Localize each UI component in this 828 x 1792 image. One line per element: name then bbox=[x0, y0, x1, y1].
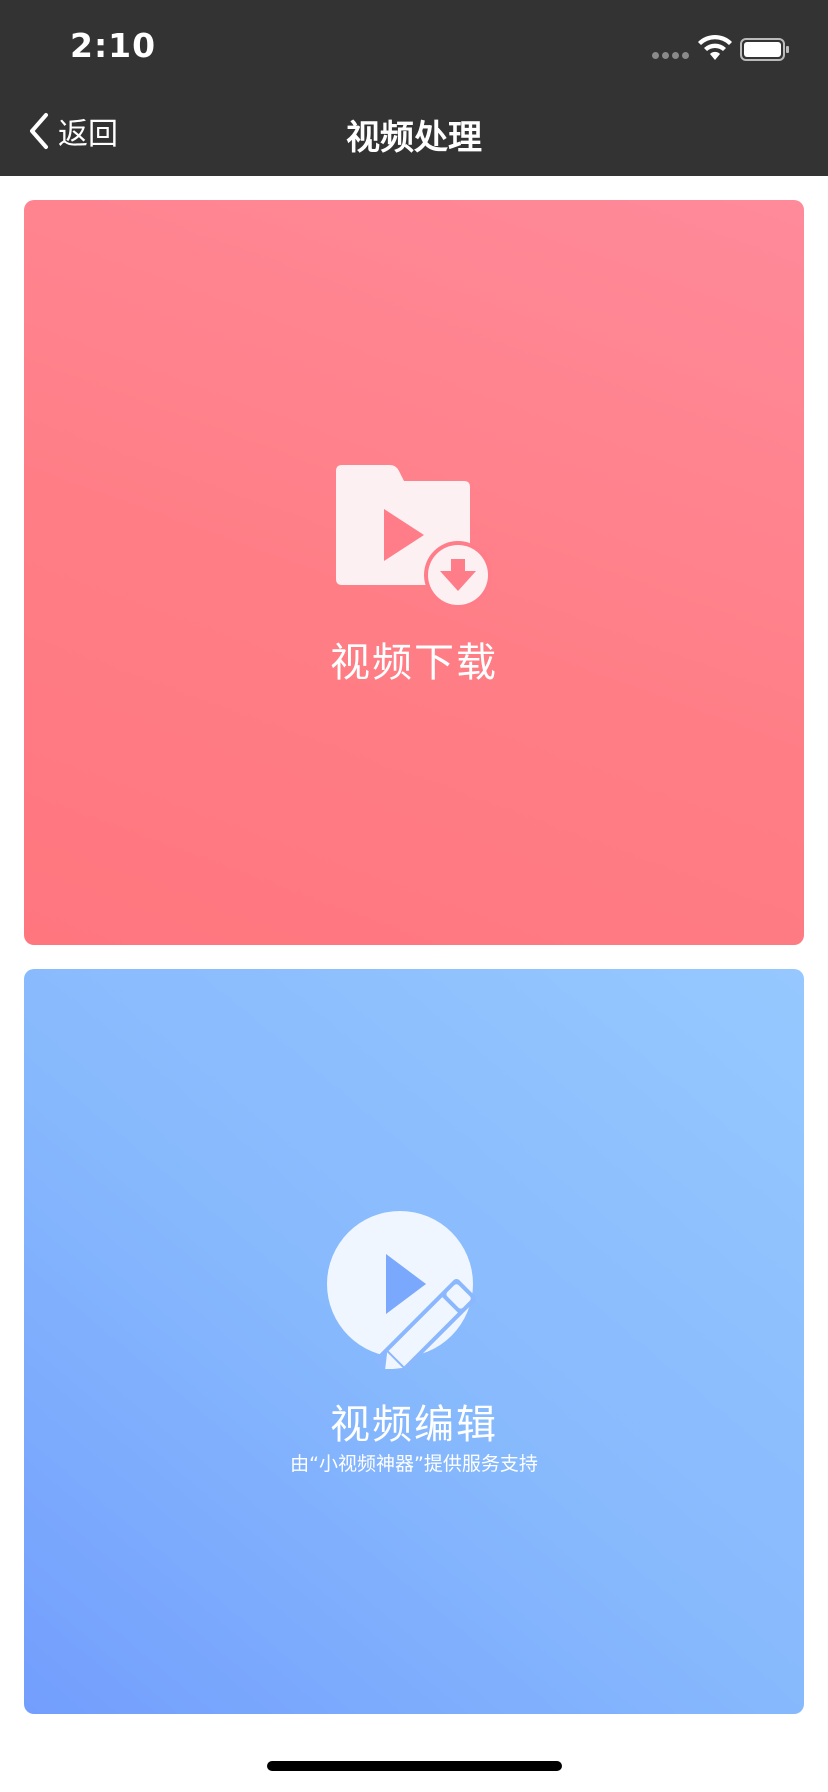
cellular-signal-icon bbox=[652, 52, 692, 62]
video-download-title: 视频下载 bbox=[330, 640, 498, 686]
wifi-icon bbox=[698, 34, 732, 60]
navigation-bar: 返回 视频处理 bbox=[0, 88, 828, 176]
status-bar: 2:10 bbox=[0, 0, 828, 88]
battery-icon bbox=[740, 38, 789, 61]
status-time: 2:10 bbox=[70, 26, 157, 65]
service-provider-note: 由“小视频神器”提供服务支持 bbox=[290, 1453, 538, 1475]
video-edit-icon bbox=[327, 1211, 477, 1369]
video-edit-card[interactable]: 视频编辑 由“小视频神器”提供服务支持 bbox=[24, 969, 804, 1714]
video-download-card[interactable]: 视频下载 bbox=[24, 200, 804, 945]
folder-video-download-icon bbox=[336, 465, 492, 609]
page-title: 视频处理 bbox=[346, 118, 482, 158]
home-indicator[interactable] bbox=[267, 1761, 562, 1771]
video-edit-title: 视频编辑 bbox=[330, 1402, 498, 1448]
